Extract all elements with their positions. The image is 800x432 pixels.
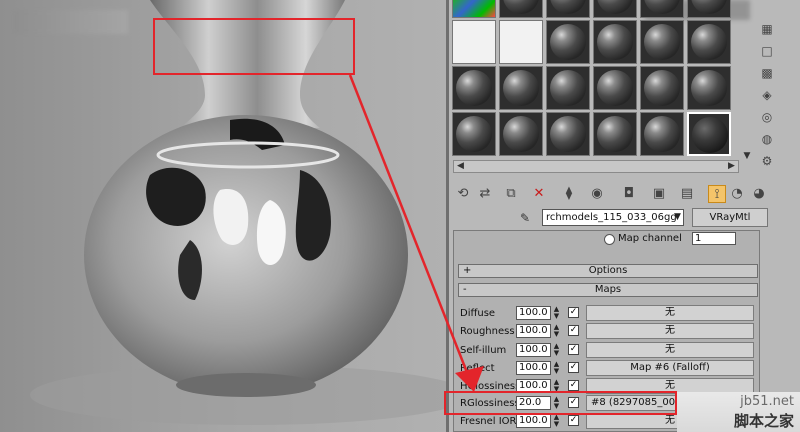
spinner-icon[interactable]: ▲ ▼ [552, 306, 561, 320]
options-icon[interactable]: ⚙ [760, 154, 774, 168]
show-map-icon[interactable]: ▤ [678, 185, 696, 203]
go-to-parent-icon[interactable]: ◔ [728, 185, 746, 203]
material-slot[interactable] [593, 112, 637, 156]
material-slot[interactable] [687, 66, 731, 110]
material-slot[interactable] [546, 112, 590, 156]
map-label: Self-illum [460, 345, 507, 356]
map-enabled-checkbox[interactable]: ✓ [568, 415, 579, 426]
site-logo: jb51.net 脚本之家 [677, 392, 800, 432]
eyedropper-icon[interactable]: ✎ [520, 210, 536, 226]
material-slot[interactable] [499, 66, 543, 110]
editor-toolbar: ⟲ ⇄ ⧉ ✕ ⧫ ◉ ◘ ▣ ▤ ⟟ ◔ ◕ [450, 183, 765, 205]
material-slot[interactable] [640, 20, 684, 64]
material-slot[interactable] [546, 20, 590, 64]
map-slot-button[interactable]: Map #6 (Falloff) [586, 360, 754, 376]
options-rollout-bar[interactable]: + Options [458, 264, 758, 278]
map-row-self-illum: Self-illum 100.0 ▲ ▼ ✓ 无 [460, 342, 760, 359]
map-slot-button[interactable]: 无 [586, 342, 754, 358]
map-channel-radio[interactable] [604, 234, 615, 245]
map-label: Fresnel IOR [460, 416, 517, 427]
map-label: Diffuse [460, 308, 496, 319]
map-channel-field[interactable]: 1 [692, 232, 736, 245]
map-enabled-checkbox[interactable]: ✓ [568, 380, 579, 391]
map-enabled-checkbox[interactable]: ✓ [568, 325, 579, 336]
side-toolbar: ▦ □ ▩ ◈ ◎ ◍ ⚙ [756, 0, 778, 180]
make-preview-icon[interactable]: ◍ [760, 132, 774, 146]
map-row-diffuse: Diffuse 100.0 ▲ ▼ ✓ 无 [460, 305, 760, 322]
material-slot[interactable] [593, 0, 637, 18]
map-amount-field[interactable]: 100.0 [516, 414, 551, 428]
map-row-reflect: Reflect 100.0 ▲ ▼ ✓ Map #6 (Falloff) [460, 360, 760, 377]
scroll-down-arrow-icon[interactable]: ▼ [741, 150, 753, 162]
map-label: Roughness [460, 326, 515, 337]
assign-to-selection-icon[interactable]: ⧉ [502, 185, 520, 203]
material-slot[interactable] [640, 0, 684, 18]
rollout-title: Options [588, 265, 628, 276]
rollout-title: Maps [594, 284, 622, 295]
sample-type-icon[interactable]: ▦ [760, 22, 774, 36]
material-name-row: ✎ rchmodels_115_033_06gg ▼ VRayMtl [512, 208, 772, 228]
material-slot[interactable] [640, 112, 684, 156]
video-color-check-icon[interactable]: ◎ [760, 110, 774, 124]
map-amount-field[interactable]: 100.0 [516, 343, 551, 357]
map-amount-field[interactable]: 100.0 [516, 324, 551, 338]
material-slot[interactable] [452, 0, 496, 18]
spinner-icon[interactable]: ▲ ▼ [552, 343, 561, 357]
show-end-result-icon[interactable]: ⟟ [708, 185, 726, 203]
blurred-label [12, 10, 128, 34]
map-enabled-checkbox[interactable]: ✓ [568, 307, 579, 318]
map-channel-row: Map channel 1 [604, 232, 744, 246]
logo-name: 脚本之家 [733, 412, 794, 430]
map-row-roughness: Roughness 100.0 ▲ ▼ ✓ 无 [460, 323, 760, 340]
material-slot[interactable] [452, 66, 496, 110]
material-slot[interactable] [687, 0, 731, 18]
slots-scrollbar[interactable]: ◀ ▶ [453, 160, 739, 173]
map-enabled-checkbox[interactable]: ✓ [568, 344, 579, 355]
material-slot[interactable] [499, 0, 543, 18]
map-label: Reflect [460, 363, 495, 374]
reset-map-icon[interactable]: ✕ [530, 185, 548, 203]
map-amount-field[interactable]: 100.0 [516, 306, 551, 320]
material-slot[interactable] [546, 66, 590, 110]
logo-url: jb51.net [740, 394, 794, 409]
spinner-icon[interactable]: ▲ ▼ [552, 361, 561, 375]
get-material-icon[interactable]: ⟲ [454, 185, 472, 203]
highlight-box-rglossiness [444, 391, 677, 415]
copy-material-icon[interactable]: ⧫ [560, 185, 578, 203]
material-name-input[interactable]: rchmodels_115_033_06gg [542, 209, 684, 226]
map-amount-field[interactable]: 100.0 [516, 361, 551, 375]
scroll-left-arrow-icon[interactable]: ◀ [454, 161, 467, 172]
material-slot[interactable] [687, 20, 731, 64]
scroll-right-arrow-icon[interactable]: ▶ [725, 161, 738, 172]
backlight-icon[interactable]: □ [760, 44, 774, 58]
map-slot-button[interactable]: 无 [586, 305, 754, 321]
put-to-library-icon[interactable]: ◘ [620, 185, 638, 203]
material-id-icon[interactable]: ▣ [650, 185, 668, 203]
material-slot[interactable] [452, 112, 496, 156]
uv-tiling-icon[interactable]: ◈ [760, 88, 774, 102]
spinner-icon[interactable]: ▲ ▼ [552, 324, 561, 338]
maps-rollout-bar[interactable]: - Maps [458, 283, 758, 297]
material-slot[interactable] [593, 20, 637, 64]
material-slot[interactable] [499, 20, 543, 64]
material-slot[interactable] [452, 20, 496, 64]
map-channel-label: Map channel [618, 233, 682, 244]
map-enabled-checkbox[interactable]: ✓ [568, 362, 579, 373]
go-forward-sibling-icon[interactable]: ◕ [750, 185, 768, 203]
material-slot-selected[interactable] [687, 112, 731, 156]
chevron-down-icon[interactable]: ▼ [671, 209, 684, 226]
material-type-button[interactable]: VRayMtl [692, 208, 768, 227]
material-slot[interactable] [593, 66, 637, 110]
spinner-icon[interactable]: ▲ ▼ [552, 414, 561, 428]
map-slot-button[interactable]: 无 [586, 323, 754, 339]
material-slot[interactable] [640, 66, 684, 110]
put-to-scene-icon[interactable]: ⇄ [476, 185, 494, 203]
highlight-box-vase-neck [153, 18, 355, 75]
background-icon[interactable]: ▩ [760, 66, 774, 80]
material-slot[interactable] [499, 112, 543, 156]
make-unique-icon[interactable]: ◉ [588, 185, 606, 203]
material-slot[interactable] [546, 0, 590, 18]
